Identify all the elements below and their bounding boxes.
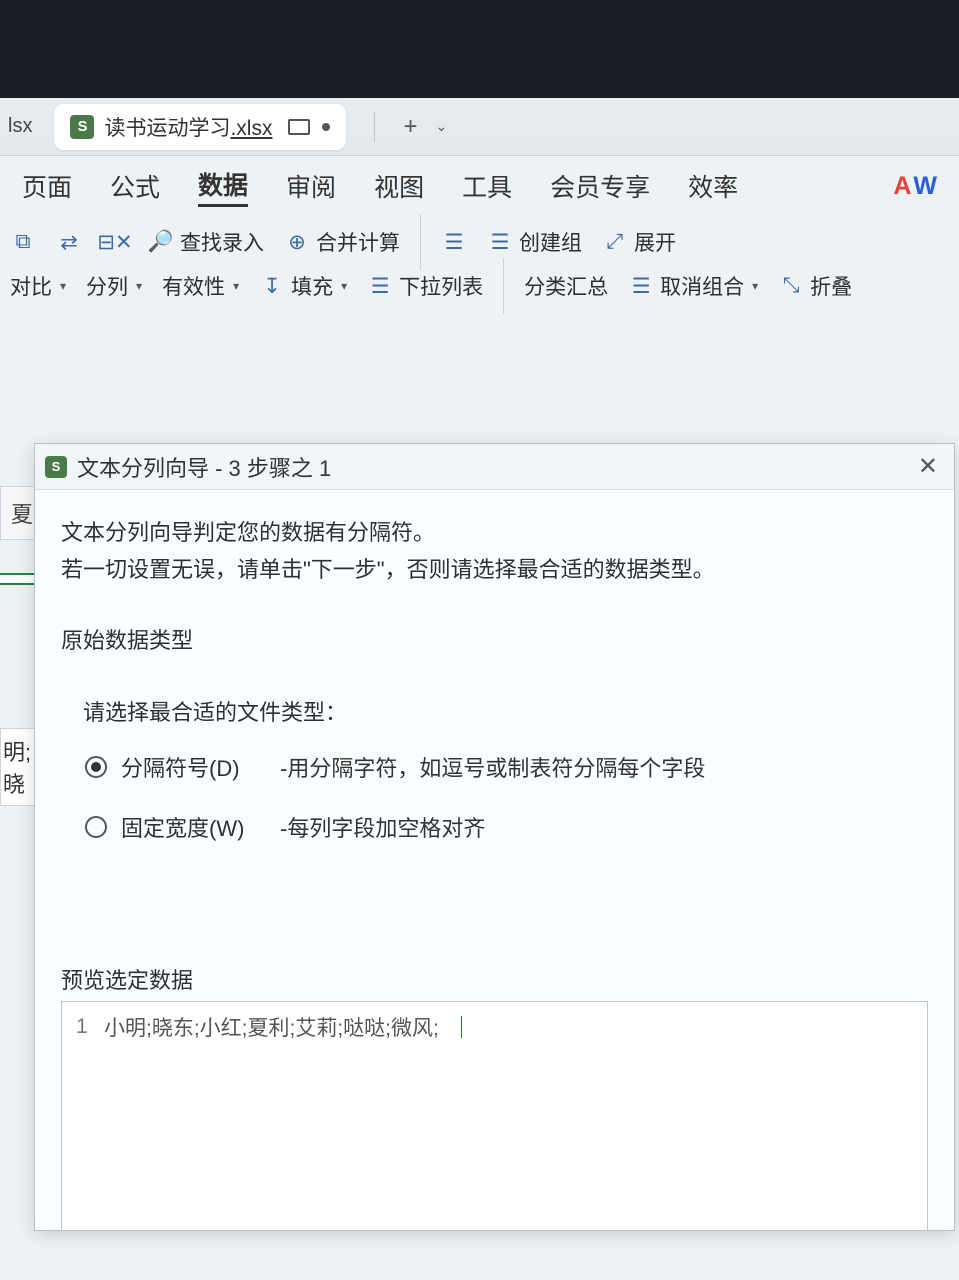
- preview-row-text: 小明;晓东;小红;夏利;艾莉;哒哒;微风;: [104, 1012, 439, 1042]
- tab-list-dropdown[interactable]: ⌄: [435, 118, 447, 135]
- preview-row-number: 1: [76, 1015, 94, 1039]
- file-type-prompt: 请选择最合适的文件类型：: [61, 695, 928, 727]
- dialog-titlebar: S 文本分列向导 - 3 步骤之 1 ✕: [35, 444, 954, 490]
- text-cursor: [461, 1016, 462, 1038]
- dropdown-list-button[interactable]: ☰下拉列表: [367, 271, 483, 301]
- dialog-intro: 文本分列向导判定您的数据有分隔符。 若一切设置无误，请单击"下一步"，否则请选择…: [61, 514, 928, 589]
- file-type-radio-group: 分隔符号(D) -用分隔字符，如逗号或制表符分隔每个字段 固定宽度(W) -每列…: [61, 751, 928, 843]
- ribbon-tab-efficiency[interactable]: 效率: [688, 168, 738, 204]
- modified-dot-icon: [322, 123, 330, 131]
- preview-data-box[interactable]: 1 小明;晓东;小红;夏利;艾莉;哒哒;微风;: [61, 1001, 928, 1230]
- ribbon-tab-tools[interactable]: 工具: [462, 168, 512, 204]
- expand-button[interactable]: ⤢展开: [602, 227, 676, 257]
- data-toolbar: ⧉ ⇄ ⊟✕ 🔎查找录入 ⊕合并计算 ☰ ☰创建组 ⤢展开 对比 分列 有效性 …: [0, 216, 959, 314]
- outline-icon[interactable]: ☰: [441, 229, 467, 255]
- radio-delimited[interactable]: 分隔符号(D) -用分隔字符，如逗号或制表符分隔每个字段: [85, 751, 928, 783]
- validity-dropdown[interactable]: 有效性: [162, 271, 239, 301]
- ribbon-tab-member[interactable]: 会员专享: [550, 168, 650, 204]
- new-tab-button[interactable]: +: [403, 113, 417, 141]
- ribbon-tab-data[interactable]: 数据: [198, 166, 248, 207]
- radio-fixed-width[interactable]: 固定宽度(W) -每列字段加空格对齐: [85, 811, 928, 843]
- spreadsheet-icon: S: [70, 115, 94, 139]
- find-import-button[interactable]: 🔎查找录入: [148, 227, 264, 257]
- merge-calc-button[interactable]: ⊕合并计算: [284, 227, 400, 257]
- subtotal-button[interactable]: 分类汇总: [524, 271, 608, 301]
- ribbon-tabs: 页面 公式 数据 审阅 视图 工具 会员专享 效率 AW: [0, 156, 959, 216]
- tool-icon-3[interactable]: ⊟✕: [102, 229, 128, 255]
- preview-header: 预览选定数据: [61, 963, 928, 995]
- ribbon-tab-formula[interactable]: 公式: [110, 168, 160, 204]
- preview-row: 1 小明;晓东;小红;夏利;艾莉;哒哒;微风;: [76, 1012, 913, 1042]
- radio-icon: [85, 816, 107, 838]
- ribbon-tab-page[interactable]: 页面: [22, 168, 72, 204]
- dialog-title: 文本分列向导 - 3 步骤之 1: [77, 451, 331, 483]
- radio-delimited-desc: -用分隔字符，如逗号或制表符分隔每个字段: [280, 751, 705, 783]
- ungroup-dropdown[interactable]: ☰取消组合: [628, 271, 758, 301]
- active-tab[interactable]: S 读书运动学习.xlsx: [54, 104, 346, 150]
- dialog-app-icon: S: [45, 456, 67, 478]
- fill-dropdown[interactable]: ↧填充: [259, 271, 347, 301]
- radio-fixed-width-desc: -每列字段加空格对齐: [280, 811, 485, 843]
- display-mode-icon[interactable]: [288, 119, 310, 135]
- ribbon-tab-review[interactable]: 审阅: [286, 168, 336, 204]
- original-data-type-header: 原始数据类型: [61, 623, 928, 655]
- compare-dropdown[interactable]: 对比: [10, 271, 66, 301]
- text-to-columns-wizard-dialog: S 文本分列向导 - 3 步骤之 1 ✕ 文本分列向导判定您的数据有分隔符。 若…: [34, 443, 955, 1231]
- create-group-button[interactable]: ☰创建组: [487, 227, 582, 257]
- close-button[interactable]: ✕: [912, 452, 944, 481]
- tool-icon-2[interactable]: ⇄: [56, 229, 82, 255]
- split-column-dropdown[interactable]: 分列: [86, 271, 142, 301]
- radio-fixed-width-label: 固定宽度(W): [121, 811, 266, 843]
- active-tab-title: 读书运动学习.xlsx: [104, 112, 272, 142]
- prev-tab-partial[interactable]: lsx: [8, 115, 40, 138]
- radio-delimited-label: 分隔符号(D): [121, 751, 266, 783]
- ribbon-tab-view[interactable]: 视图: [374, 168, 424, 204]
- document-tab-bar: lsx S 读书运动学习.xlsx + ⌄: [0, 98, 959, 156]
- tool-icon-1[interactable]: ⧉: [10, 229, 36, 255]
- radio-icon: [85, 756, 107, 778]
- app-logo[interactable]: AW: [893, 172, 937, 201]
- tab-divider: [374, 112, 375, 142]
- collapse-button[interactable]: ⤡折叠: [778, 271, 852, 301]
